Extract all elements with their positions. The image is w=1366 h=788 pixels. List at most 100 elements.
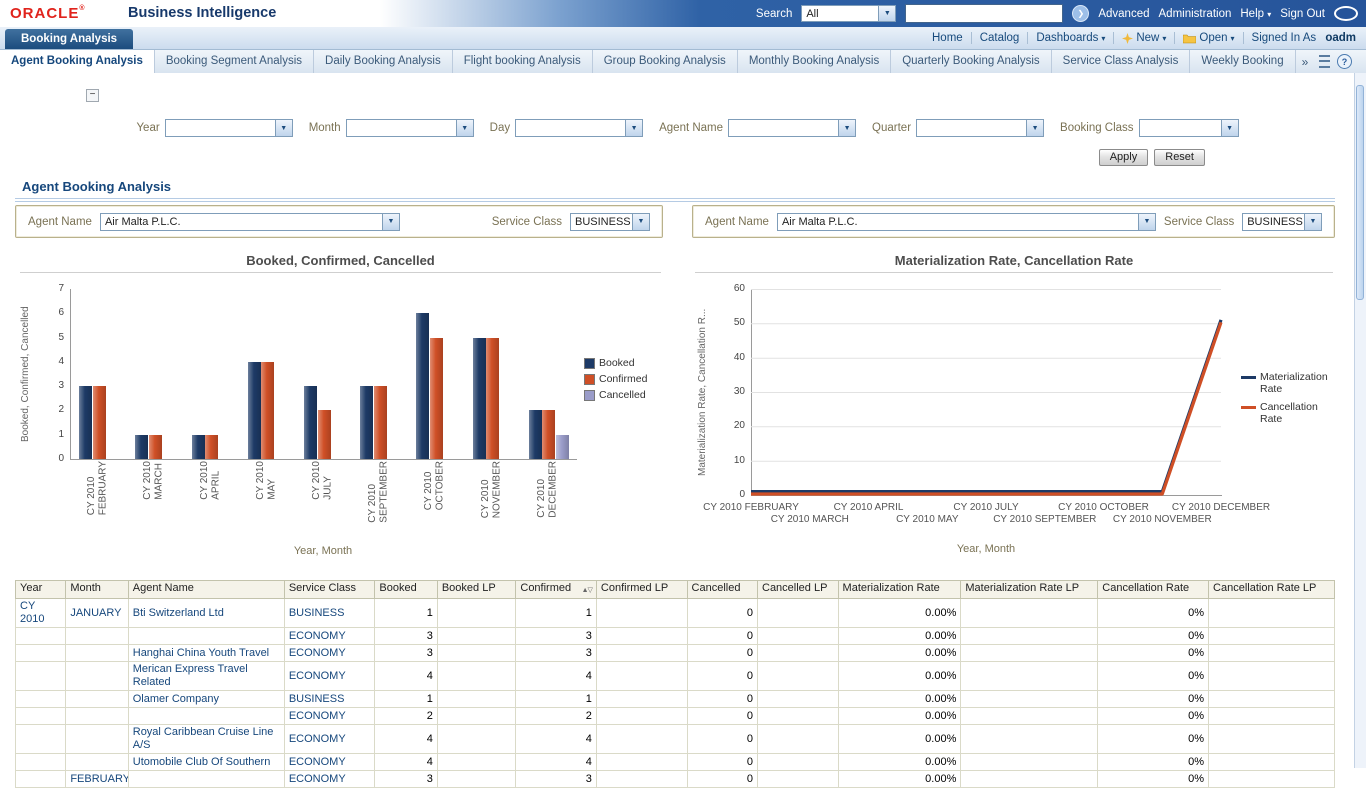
bar-confirmed[interactable] bbox=[318, 410, 331, 459]
dashboards-menu[interactable]: Dashboards▾ bbox=[1036, 32, 1105, 44]
search-input[interactable] bbox=[905, 4, 1063, 23]
bar-confirmed[interactable] bbox=[261, 362, 274, 459]
tab-overflow-icon[interactable]: » bbox=[1296, 55, 1315, 69]
dropdown-arrow-icon[interactable]: ▼ bbox=[275, 120, 292, 136]
apply-button[interactable]: Apply bbox=[1099, 149, 1149, 166]
bar-booked[interactable] bbox=[304, 386, 317, 459]
bar-confirmed[interactable] bbox=[430, 338, 443, 459]
dropdown-arrow-icon[interactable]: ▼ bbox=[382, 214, 399, 230]
cell-month[interactable]: FEBRUARY bbox=[66, 771, 128, 788]
dropdown-arrow-icon[interactable]: ▼ bbox=[1026, 120, 1043, 136]
column-header[interactable]: Materialization Rate bbox=[838, 581, 961, 599]
column-header[interactable]: Cancellation Rate LP bbox=[1209, 581, 1335, 599]
cell-service-class[interactable]: ECONOMY bbox=[284, 725, 375, 754]
cell-service-class[interactable]: ECONOMY bbox=[284, 645, 375, 662]
dashboard-tab[interactable]: Monthly Booking Analysis bbox=[738, 50, 891, 73]
administration-link[interactable]: Administration bbox=[1159, 8, 1232, 20]
bar-booked[interactable] bbox=[248, 362, 261, 459]
help-menu[interactable]: Help ▾ bbox=[1240, 8, 1271, 20]
column-header[interactable]: Cancelled LP bbox=[758, 581, 839, 599]
dashboard-tab[interactable]: Weekly Booking bbox=[1190, 50, 1295, 73]
column-header[interactable]: Cancellation Rate bbox=[1098, 581, 1209, 599]
cell-service-class[interactable]: ECONOMY bbox=[284, 662, 375, 691]
cell-service-class[interactable]: ECONOMY bbox=[284, 628, 375, 645]
column-header[interactable]: Booked LP bbox=[437, 581, 516, 599]
scrollbar-thumb[interactable] bbox=[1356, 85, 1364, 300]
dropdown-arrow-icon[interactable]: ▼ bbox=[632, 214, 649, 230]
active-page-tab[interactable]: Booking Analysis bbox=[5, 29, 133, 49]
column-header[interactable]: Booked bbox=[375, 581, 437, 599]
reset-button[interactable]: Reset bbox=[1154, 149, 1205, 166]
service-class-select[interactable]: BUSINESS ▼ bbox=[570, 213, 650, 231]
sort-icon[interactable]: ▲▽ bbox=[582, 584, 592, 597]
cell-service-class[interactable]: BUSINESS bbox=[284, 691, 375, 708]
column-header[interactable]: Cancelled bbox=[687, 581, 757, 599]
dashboard-tab[interactable]: Booking Segment Analysis bbox=[155, 50, 314, 73]
page-options-icon[interactable] bbox=[1319, 55, 1330, 68]
bar-confirmed[interactable] bbox=[93, 386, 106, 459]
dashboard-tab[interactable]: Daily Booking Analysis bbox=[314, 50, 453, 73]
bar-booked[interactable] bbox=[192, 435, 205, 459]
prompt-select[interactable]: ▼ bbox=[165, 119, 293, 137]
help-icon[interactable]: ? bbox=[1337, 54, 1352, 69]
bar-booked[interactable] bbox=[416, 313, 429, 459]
dropdown-arrow-icon[interactable]: ▼ bbox=[878, 6, 895, 21]
cell-agent-name[interactable]: Olamer Company bbox=[128, 691, 284, 708]
bar-booked[interactable] bbox=[473, 338, 486, 459]
new-menu[interactable]: New▾ bbox=[1122, 32, 1166, 44]
cell-agent-name[interactable]: Merican Express Travel Related bbox=[128, 662, 284, 691]
bar-confirmed[interactable] bbox=[205, 435, 218, 459]
cell-month[interactable]: JANUARY bbox=[66, 599, 128, 628]
bar-confirmed[interactable] bbox=[486, 338, 499, 459]
prompt-select[interactable]: ▼ bbox=[515, 119, 643, 137]
column-header[interactable]: Service Class bbox=[284, 581, 375, 599]
bar-booked[interactable] bbox=[529, 410, 542, 459]
column-header[interactable]: Year bbox=[16, 581, 66, 599]
prompt-select[interactable]: ▼ bbox=[916, 119, 1044, 137]
dashboard-tab[interactable]: Flight booking Analysis bbox=[453, 50, 593, 73]
column-header[interactable]: Materialization Rate LP bbox=[961, 581, 1098, 599]
dashboard-tab[interactable]: Agent Booking Analysis bbox=[0, 50, 155, 73]
dashboard-tab[interactable]: Group Booking Analysis bbox=[593, 50, 738, 73]
cell-service-class[interactable]: ECONOMY bbox=[284, 708, 375, 725]
column-header[interactable]: ▲▽Confirmed bbox=[516, 581, 597, 599]
search-go-button[interactable]: ❯ bbox=[1072, 5, 1089, 22]
dropdown-arrow-icon[interactable]: ▼ bbox=[1221, 120, 1238, 136]
dropdown-arrow-icon[interactable]: ▼ bbox=[1304, 214, 1321, 230]
collapse-icon[interactable]: − bbox=[86, 89, 99, 102]
bar-confirmed[interactable] bbox=[374, 386, 387, 459]
bar-booked[interactable] bbox=[135, 435, 148, 459]
dashboard-tab[interactable]: Quarterly Booking Analysis bbox=[891, 50, 1051, 73]
open-menu[interactable]: Open▾ bbox=[1183, 32, 1234, 44]
agent-name-select[interactable]: Air Malta P.L.C. ▼ bbox=[100, 213, 400, 231]
cell-service-class[interactable]: ECONOMY bbox=[284, 771, 375, 788]
vertical-scrollbar[interactable] bbox=[1354, 73, 1366, 768]
sign-out-link[interactable]: Sign Out bbox=[1280, 8, 1325, 20]
prompt-select[interactable]: ▼ bbox=[1139, 119, 1239, 137]
cell-agent-name[interactable]: Bti Switzerland Ltd bbox=[128, 599, 284, 628]
dropdown-arrow-icon[interactable]: ▼ bbox=[456, 120, 473, 136]
bar-confirmed[interactable] bbox=[542, 410, 555, 459]
prompt-select[interactable]: ▼ bbox=[346, 119, 474, 137]
dropdown-arrow-icon[interactable]: ▼ bbox=[625, 120, 642, 136]
bar-confirmed[interactable] bbox=[149, 435, 162, 459]
bar-cancelled[interactable] bbox=[556, 435, 569, 459]
service-class-select[interactable]: BUSINESS ▼ bbox=[1242, 213, 1322, 231]
dropdown-arrow-icon[interactable]: ▼ bbox=[838, 120, 855, 136]
user-name[interactable]: oadm bbox=[1325, 32, 1356, 44]
column-header[interactable]: Confirmed LP bbox=[596, 581, 687, 599]
column-header[interactable]: Month bbox=[66, 581, 128, 599]
cell-agent-name[interactable]: Royal Caribbean Cruise Line A/S bbox=[128, 725, 284, 754]
cell-service-class[interactable]: BUSINESS bbox=[284, 599, 375, 628]
agent-name-select[interactable]: Air Malta P.L.C. ▼ bbox=[777, 213, 1156, 231]
home-link[interactable]: Home bbox=[932, 32, 963, 44]
cell-year[interactable]: CY 2010 bbox=[16, 599, 66, 628]
prompt-select[interactable]: ▼ bbox=[728, 119, 856, 137]
catalog-link[interactable]: Catalog bbox=[980, 32, 1020, 44]
dropdown-arrow-icon[interactable]: ▼ bbox=[1138, 214, 1155, 230]
search-scope-select[interactable]: All ▼ bbox=[801, 5, 896, 22]
advanced-link[interactable]: Advanced bbox=[1098, 8, 1149, 20]
column-header[interactable]: Agent Name bbox=[128, 581, 284, 599]
cell-agent-name[interactable]: Hanghai China Youth Travel bbox=[128, 645, 284, 662]
bar-booked[interactable] bbox=[79, 386, 92, 459]
